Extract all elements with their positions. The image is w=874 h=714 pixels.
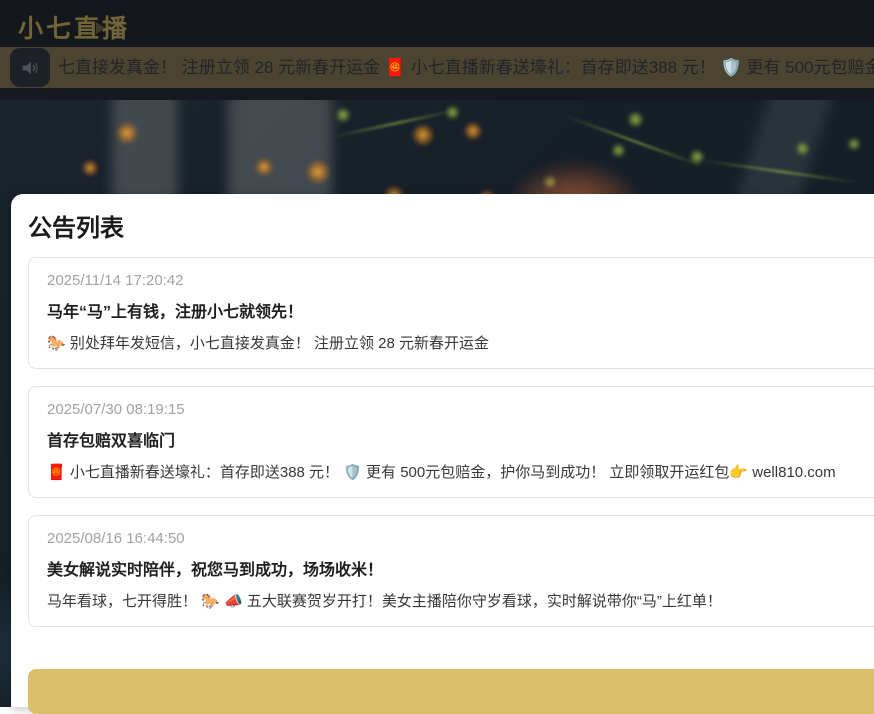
firework-streak: [331, 109, 459, 139]
announcement-date: 2025/08/16 16:44:50: [47, 530, 874, 547]
bokeh-light: [82, 160, 98, 176]
bokeh-light: [612, 144, 625, 157]
announcement-content: 🐎 别处拜年发短信，小七直接发真金！ 注册立领 28 元新春开运金: [47, 332, 874, 353]
announcement-card[interactable]: 2025/07/30 08:19:15 首存包赔双喜临门 🧧 小七直播新春送壕礼…: [28, 386, 874, 498]
bokeh-light: [848, 138, 860, 150]
bokeh-light: [628, 112, 643, 127]
bokeh-light: [336, 108, 350, 122]
announcement-panel: 公告列表 2025/11/14 17:20:42 马年“马”上有钱，注册小七就领…: [11, 194, 874, 707]
play-icon: [96, 22, 105, 34]
bokeh-light: [255, 158, 273, 176]
bokeh-light: [796, 142, 809, 155]
app-header: 小七直播: [0, 0, 874, 47]
bokeh-light: [116, 122, 138, 144]
announcement-content: 马年看球，七开得胜！ 🐎 📣 五大联赛贺岁开打！美女主播陪你守岁看球，实时解说带…: [47, 590, 874, 611]
announcement-content: 🧧 小七直播新春送壕礼：首存即送388 元！ 🛡️ 更有 500元包赔金，护你马…: [47, 461, 874, 482]
announcement-card[interactable]: 2025/11/14 17:20:42 马年“马”上有钱，注册小七就领先！ 🐎 …: [28, 257, 874, 369]
site-logo[interactable]: 小七直播: [18, 9, 130, 45]
announcement-date: 2025/11/14 17:20:42: [47, 272, 874, 289]
announcement-date: 2025/07/30 08:19:15: [47, 401, 874, 418]
bottom-action-bar[interactable]: [28, 669, 874, 714]
announcement-title: 马年“马”上有钱，注册小七就领先！: [47, 298, 874, 322]
speaker-icon: [10, 48, 50, 87]
ticker-text: 七直接发真金！ 注册立领 28 元新春开运金 🧧 小七直播新春送壕礼：首存即送3…: [58, 47, 874, 88]
announcement-card[interactable]: 2025/08/16 16:44:50 美女解说实时陪伴，祝您马到成功，场场收米…: [28, 515, 874, 627]
announcement-title: 美女解说实时陪伴，祝您马到成功，场场收米！: [47, 556, 874, 580]
header-divider: [0, 88, 874, 100]
announcement-ticker[interactable]: 七直接发真金！ 注册立领 28 元新春开运金 🧧 小七直播新春送壕礼：首存即送3…: [0, 47, 874, 88]
bokeh-light: [306, 160, 330, 184]
bokeh-light: [464, 122, 482, 140]
page-title: 公告列表: [28, 208, 874, 243]
announcement-title: 首存包赔双喜临门: [47, 427, 874, 451]
bokeh-light: [412, 124, 434, 146]
